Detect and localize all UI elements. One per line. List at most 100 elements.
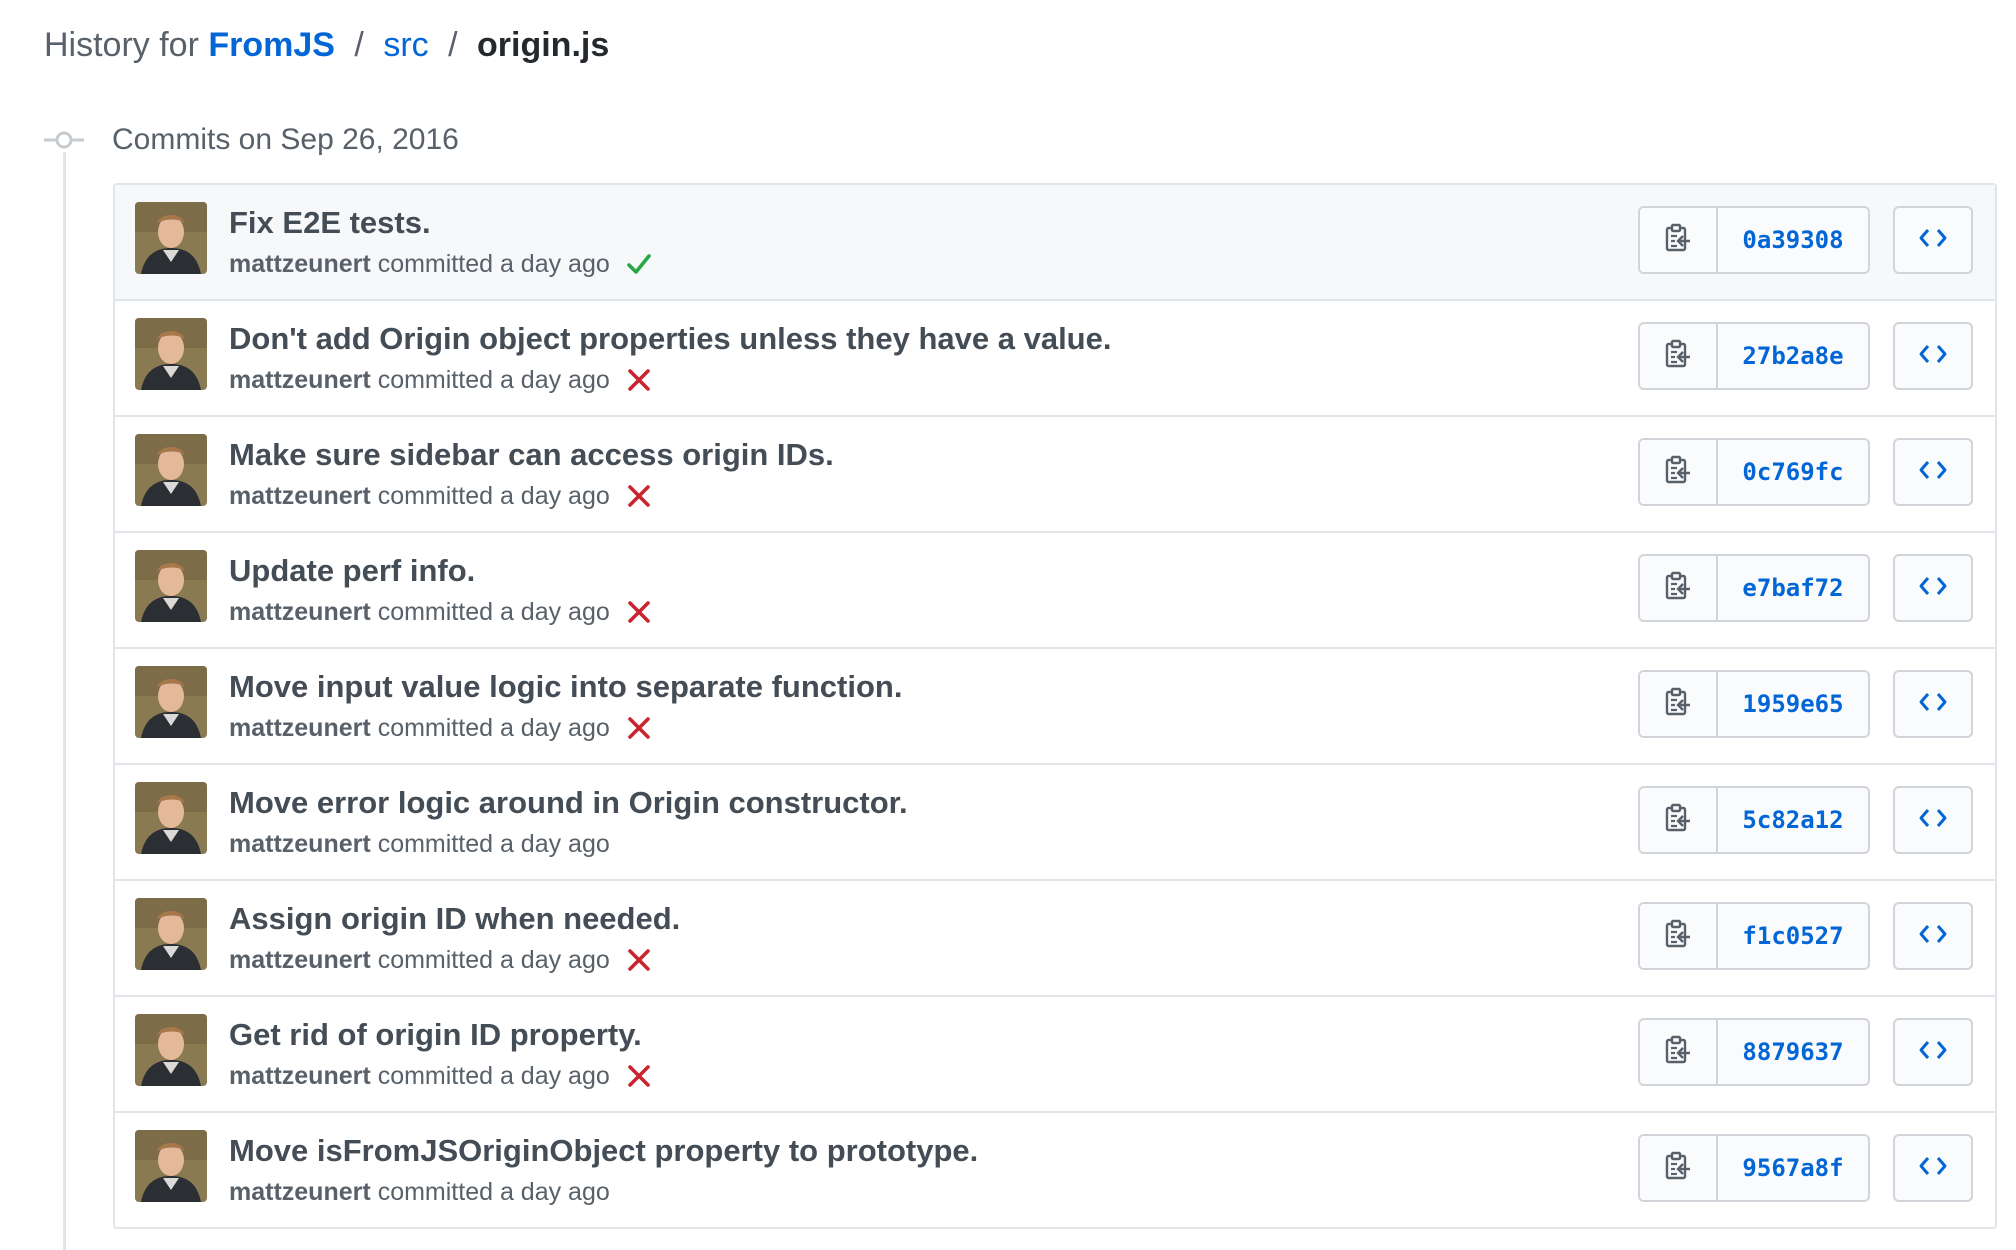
browse-repo-button[interactable] bbox=[1893, 786, 1973, 854]
x-icon[interactable] bbox=[626, 947, 652, 973]
repo-link[interactable]: FromJS bbox=[208, 26, 335, 64]
copy-sha-button[interactable] bbox=[1640, 672, 1718, 736]
browse-repo-button[interactable] bbox=[1893, 322, 1973, 390]
clippy-icon bbox=[1664, 687, 1692, 722]
clippy-icon bbox=[1664, 339, 1692, 374]
copy-sha-button[interactable] bbox=[1640, 440, 1718, 504]
browse-repo-button[interactable] bbox=[1893, 1134, 1973, 1202]
copy-sha-button[interactable] bbox=[1640, 324, 1718, 388]
commit-sha-group: 8879637 bbox=[1638, 1018, 1870, 1086]
commit-author-link[interactable]: mattzeunert bbox=[229, 827, 371, 861]
commit-sha-link[interactable]: e7baf72 bbox=[1718, 556, 1868, 620]
commit-meta: mattzeunert committed a day ago bbox=[229, 479, 652, 513]
commit-row: Don't add Origin object properties unles… bbox=[115, 301, 1995, 417]
copy-sha-button[interactable] bbox=[1640, 1136, 1718, 1200]
x-icon[interactable] bbox=[626, 483, 652, 509]
x-icon[interactable] bbox=[626, 715, 652, 741]
commit-sha-link[interactable]: 0a39308 bbox=[1718, 208, 1868, 272]
x-icon[interactable] bbox=[626, 599, 652, 625]
copy-sha-button[interactable] bbox=[1640, 904, 1718, 968]
commit-meta: mattzeunert committed a day ago bbox=[229, 1059, 652, 1093]
commit-sha-group: 27b2a8e bbox=[1638, 322, 1870, 390]
commit-meta: mattzeunert committed a day ago bbox=[229, 363, 652, 397]
commit-title-link[interactable]: Move isFromJSOriginObject property to pr… bbox=[229, 1131, 978, 1171]
commit-meta: mattzeunert committed a day ago bbox=[229, 943, 652, 977]
avatar[interactable] bbox=[135, 318, 207, 390]
commit-title-link[interactable]: Don't add Origin object properties unles… bbox=[229, 319, 1111, 359]
commit-title-link[interactable]: Move input value logic into separate fun… bbox=[229, 667, 902, 707]
code-icon bbox=[1919, 460, 1947, 485]
commit-author-link[interactable]: mattzeunert bbox=[229, 1175, 371, 1209]
commit-meta: mattzeunert committed a day ago bbox=[229, 247, 652, 281]
commit-list: Fix E2E tests. mattzeunert committed a d… bbox=[113, 183, 1997, 1229]
git-commit-icon bbox=[44, 128, 84, 152]
directory-link[interactable]: src bbox=[383, 26, 428, 64]
commit-sha-link[interactable]: 5c82a12 bbox=[1718, 788, 1868, 852]
commit-time: committed a day ago bbox=[377, 1178, 610, 1206]
code-icon bbox=[1919, 1156, 1947, 1181]
commit-title-link[interactable]: Make sure sidebar can access origin IDs. bbox=[229, 435, 834, 475]
commit-time: committed a day ago bbox=[377, 250, 610, 278]
commit-sha-group: f1c0527 bbox=[1638, 902, 1870, 970]
commit-title-link[interactable]: Get rid of origin ID property. bbox=[229, 1015, 642, 1055]
avatar[interactable] bbox=[135, 434, 207, 506]
commit-meta: mattzeunert committed a day ago bbox=[229, 1175, 610, 1209]
commit-sha-group: 1959e65 bbox=[1638, 670, 1870, 738]
code-icon bbox=[1919, 692, 1947, 717]
x-icon[interactable] bbox=[626, 1063, 652, 1089]
avatar[interactable] bbox=[135, 202, 207, 274]
copy-sha-button[interactable] bbox=[1640, 208, 1718, 272]
commit-title-link[interactable]: Fix E2E tests. bbox=[229, 203, 431, 243]
clippy-icon bbox=[1664, 919, 1692, 954]
browse-repo-button[interactable] bbox=[1893, 1018, 1973, 1086]
avatar[interactable] bbox=[135, 1130, 207, 1202]
commit-author-link[interactable]: mattzeunert bbox=[229, 711, 371, 745]
commit-author-link[interactable]: mattzeunert bbox=[229, 247, 371, 281]
commit-author-link[interactable]: mattzeunert bbox=[229, 1059, 371, 1093]
commit-author-link[interactable]: mattzeunert bbox=[229, 595, 371, 629]
browse-repo-button[interactable] bbox=[1893, 554, 1973, 622]
avatar[interactable] bbox=[135, 782, 207, 854]
avatar[interactable] bbox=[135, 550, 207, 622]
file-name: origin.js bbox=[477, 26, 610, 64]
commit-sha-link[interactable]: 8879637 bbox=[1718, 1020, 1868, 1084]
commit-time: committed a day ago bbox=[377, 366, 610, 394]
commit-row: Get rid of origin ID property. mattzeune… bbox=[115, 997, 1995, 1113]
avatar[interactable] bbox=[135, 1014, 207, 1086]
clippy-icon bbox=[1664, 455, 1692, 490]
copy-sha-button[interactable] bbox=[1640, 788, 1718, 852]
avatar[interactable] bbox=[135, 666, 207, 738]
commit-row: Make sure sidebar can access origin IDs.… bbox=[115, 417, 1995, 533]
copy-sha-button[interactable] bbox=[1640, 556, 1718, 620]
commit-sha-group: 5c82a12 bbox=[1638, 786, 1870, 854]
browse-repo-button[interactable] bbox=[1893, 670, 1973, 738]
avatar[interactable] bbox=[135, 898, 207, 970]
breadcrumb-separator: / bbox=[354, 26, 364, 64]
commit-title-link[interactable]: Update perf info. bbox=[229, 551, 475, 591]
commit-sha-link[interactable]: 27b2a8e bbox=[1718, 324, 1868, 388]
breadcrumb-prefix: History for bbox=[44, 26, 199, 64]
commit-title-link[interactable]: Assign origin ID when needed. bbox=[229, 899, 680, 939]
commit-sha-link[interactable]: f1c0527 bbox=[1718, 904, 1868, 968]
check-icon[interactable] bbox=[626, 251, 652, 277]
x-icon[interactable] bbox=[626, 367, 652, 393]
commit-time: committed a day ago bbox=[377, 598, 610, 626]
commit-sha-link[interactable]: 1959e65 bbox=[1718, 672, 1868, 736]
commit-sha-group: 0a39308 bbox=[1638, 206, 1870, 274]
copy-sha-button[interactable] bbox=[1640, 1020, 1718, 1084]
commit-sha-link[interactable]: 0c769fc bbox=[1718, 440, 1868, 504]
commit-group-title: Commits on Sep 26, 2016 bbox=[112, 123, 459, 156]
clippy-icon bbox=[1664, 223, 1692, 258]
commit-row: Move input value logic into separate fun… bbox=[115, 649, 1995, 765]
commit-title-link[interactable]: Move error logic around in Origin constr… bbox=[229, 783, 908, 823]
clippy-icon bbox=[1664, 1151, 1692, 1186]
commit-sha-link[interactable]: 9567a8f bbox=[1718, 1136, 1868, 1200]
commit-author-link[interactable]: mattzeunert bbox=[229, 363, 371, 397]
clippy-icon bbox=[1664, 803, 1692, 838]
browse-repo-button[interactable] bbox=[1893, 438, 1973, 506]
commit-sha-group: 0c769fc bbox=[1638, 438, 1870, 506]
browse-repo-button[interactable] bbox=[1893, 206, 1973, 274]
commit-author-link[interactable]: mattzeunert bbox=[229, 943, 371, 977]
commit-author-link[interactable]: mattzeunert bbox=[229, 479, 371, 513]
browse-repo-button[interactable] bbox=[1893, 902, 1973, 970]
